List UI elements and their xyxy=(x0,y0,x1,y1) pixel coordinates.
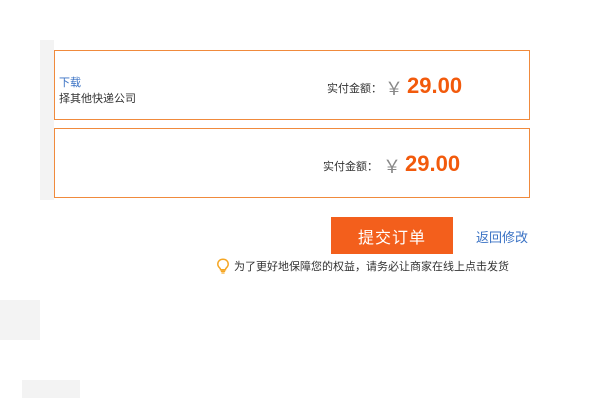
download-link[interactable]: 下载 xyxy=(59,74,81,90)
paid-amount-label: 实付金额： xyxy=(327,82,382,95)
shipping-company-text: 择其他快递公司 xyxy=(59,92,136,105)
shipping-notice: 为了更好地保障您的权益，请务必让商家在线上点击发货 xyxy=(216,257,509,275)
lightbulb-icon xyxy=(216,258,230,274)
order-summary-box-2: 实付金额： ￥ 29.00 xyxy=(54,128,530,198)
back-to-edit-link[interactable]: 返回修改 xyxy=(476,227,528,246)
order-summary-box-1: 下载 择其他快递公司 实付金额： ￥ 29.00 xyxy=(54,50,530,120)
paid-amount-label: 实付金额： xyxy=(323,160,378,173)
background-artifact xyxy=(22,380,80,398)
background-artifact xyxy=(40,40,54,200)
submit-order-button[interactable]: 提交订单 xyxy=(331,217,453,254)
paid-amount-value: 29.00 xyxy=(405,151,461,176)
notice-text: 为了更好地保障您的权益，请务必让商家在线上点击发货 xyxy=(234,260,509,273)
currency-symbol: ￥ xyxy=(385,79,403,100)
currency-symbol: ￥ xyxy=(383,157,401,178)
paid-amount-value: 29.00 xyxy=(407,73,463,98)
background-artifact xyxy=(0,300,40,340)
